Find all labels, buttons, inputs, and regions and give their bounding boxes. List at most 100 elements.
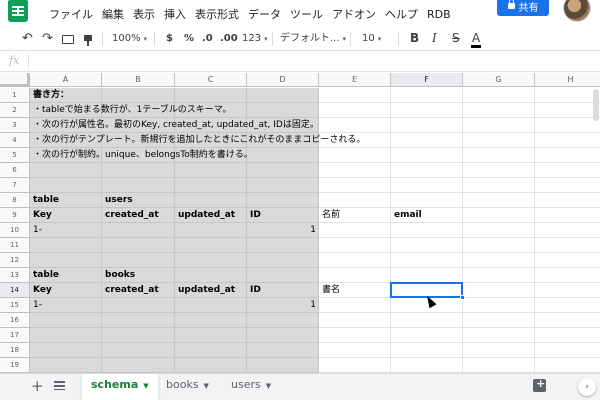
column-header-b[interactable]: B — [102, 73, 175, 87]
cell-e18[interactable] — [319, 343, 391, 358]
cell-a11[interactable] — [30, 238, 102, 253]
row-header-14[interactable]: 14 — [0, 283, 30, 298]
print-icon[interactable] — [62, 32, 74, 49]
spreadsheet-grid[interactable]: A B C D E F G H 1 2 3 4 5 6 7 8 9 10 11 12 13 14 15 16 17 18 19 書き方… — [0, 73, 600, 373]
cell-b19[interactable] — [102, 358, 175, 373]
cell-e3[interactable] — [319, 118, 391, 133]
all-sheets-icon[interactable] — [54, 381, 65, 390]
cell-e17[interactable] — [319, 328, 391, 343]
cell-f3[interactable] — [391, 118, 463, 133]
cell-e15[interactable] — [319, 298, 391, 313]
cell-g11[interactable] — [463, 238, 535, 253]
formula-bar[interactable]: fx — [0, 50, 600, 72]
cell-h6[interactable] — [535, 163, 600, 178]
cell-a19[interactable] — [30, 358, 102, 373]
cell-f8[interactable] — [391, 193, 463, 208]
row-header-2[interactable]: 2 — [0, 103, 30, 118]
menu-rdb[interactable]: RDB — [427, 8, 451, 22]
cell-h14[interactable] — [535, 283, 600, 298]
percent-button[interactable]: % — [184, 32, 194, 46]
increase-decimal-button[interactable]: .00 — [220, 32, 238, 46]
row-header-13[interactable]: 13 — [0, 268, 30, 283]
cell-c16[interactable] — [175, 313, 247, 328]
cell-d6[interactable] — [247, 163, 319, 178]
cell-g10[interactable] — [463, 223, 535, 238]
cell-d13[interactable] — [247, 268, 319, 283]
cell-f16[interactable] — [391, 313, 463, 328]
cell-d18[interactable] — [247, 343, 319, 358]
undo-icon[interactable]: ↶ — [22, 32, 33, 46]
cell-e6[interactable] — [319, 163, 391, 178]
cell-b1[interactable] — [102, 88, 175, 103]
caret-down-icon[interactable]: ▼ — [204, 382, 209, 390]
column-header-h[interactable]: H — [535, 73, 600, 87]
cell-e13[interactable] — [319, 268, 391, 283]
menu-addons[interactable]: アドオン — [332, 8, 376, 22]
cell-c1[interactable] — [175, 88, 247, 103]
cell-b10[interactable] — [102, 223, 175, 238]
cell-h2[interactable] — [535, 103, 600, 118]
row-header-10[interactable]: 10 — [0, 223, 30, 238]
cell-c18[interactable] — [175, 343, 247, 358]
cell-b18[interactable] — [102, 343, 175, 358]
tab-users[interactable]: users ▼ — [222, 374, 280, 400]
select-all-corner[interactable] — [0, 73, 30, 87]
row-header-18[interactable]: 18 — [0, 343, 30, 358]
column-header-e[interactable]: E — [319, 73, 391, 87]
cell-f19[interactable] — [391, 358, 463, 373]
cell-e5[interactable] — [319, 148, 391, 163]
cell-g18[interactable] — [463, 343, 535, 358]
tab-books[interactable]: books ▼ — [157, 374, 218, 400]
cell-g12[interactable] — [463, 253, 535, 268]
column-header-c[interactable]: C — [175, 73, 247, 87]
paint-format-icon[interactable] — [84, 32, 92, 46]
avatar[interactable] — [563, 0, 591, 22]
cell-e8[interactable] — [319, 193, 391, 208]
cell-c6[interactable] — [175, 163, 247, 178]
cell-d12[interactable] — [247, 253, 319, 268]
cell-h13[interactable] — [535, 268, 600, 283]
cell-g8[interactable] — [463, 193, 535, 208]
cell-h4[interactable] — [535, 133, 600, 148]
cell-h9[interactable] — [535, 208, 600, 223]
cell-d8[interactable] — [247, 193, 319, 208]
row-header-4[interactable]: 4 — [0, 133, 30, 148]
cell-h16[interactable] — [535, 313, 600, 328]
fill-handle[interactable] — [460, 295, 465, 300]
cell-a7[interactable] — [30, 178, 102, 193]
cell-b15[interactable] — [102, 298, 175, 313]
cell-e1[interactable] — [319, 88, 391, 103]
cell-h8[interactable] — [535, 193, 600, 208]
cell-g19[interactable] — [463, 358, 535, 373]
row-header-11[interactable]: 11 — [0, 238, 30, 253]
cell-h10[interactable] — [535, 223, 600, 238]
cell-g16[interactable] — [463, 313, 535, 328]
cell-g17[interactable] — [463, 328, 535, 343]
cell-g1[interactable] — [463, 88, 535, 103]
cell-h7[interactable] — [535, 178, 600, 193]
vertical-scrollbar[interactable] — [593, 89, 599, 121]
cell-b11[interactable] — [102, 238, 175, 253]
decrease-decimal-button[interactable]: .0 — [202, 32, 213, 46]
cell-d19[interactable] — [247, 358, 319, 373]
cell-a6[interactable] — [30, 163, 102, 178]
cell-f7[interactable] — [391, 178, 463, 193]
cell-c13[interactable] — [175, 268, 247, 283]
cell-g4[interactable] — [463, 133, 535, 148]
cell-e19[interactable] — [319, 358, 391, 373]
row-header-7[interactable]: 7 — [0, 178, 30, 193]
cell-f2[interactable] — [391, 103, 463, 118]
cell-f18[interactable] — [391, 343, 463, 358]
cell-a16[interactable] — [30, 313, 102, 328]
cell-h3[interactable] — [535, 118, 600, 133]
cell-h15[interactable] — [535, 298, 600, 313]
cell-f1[interactable] — [391, 88, 463, 103]
font-select[interactable]: デフォルト... — [280, 32, 346, 46]
cell-f13[interactable] — [391, 268, 463, 283]
explore-icon[interactable] — [533, 377, 546, 392]
cell-h19[interactable] — [535, 358, 600, 373]
cell-a17[interactable] — [30, 328, 102, 343]
row-header-1[interactable]: 1 — [0, 88, 30, 103]
column-header-a[interactable]: A — [30, 73, 102, 87]
menu-data[interactable]: データ — [248, 8, 281, 22]
